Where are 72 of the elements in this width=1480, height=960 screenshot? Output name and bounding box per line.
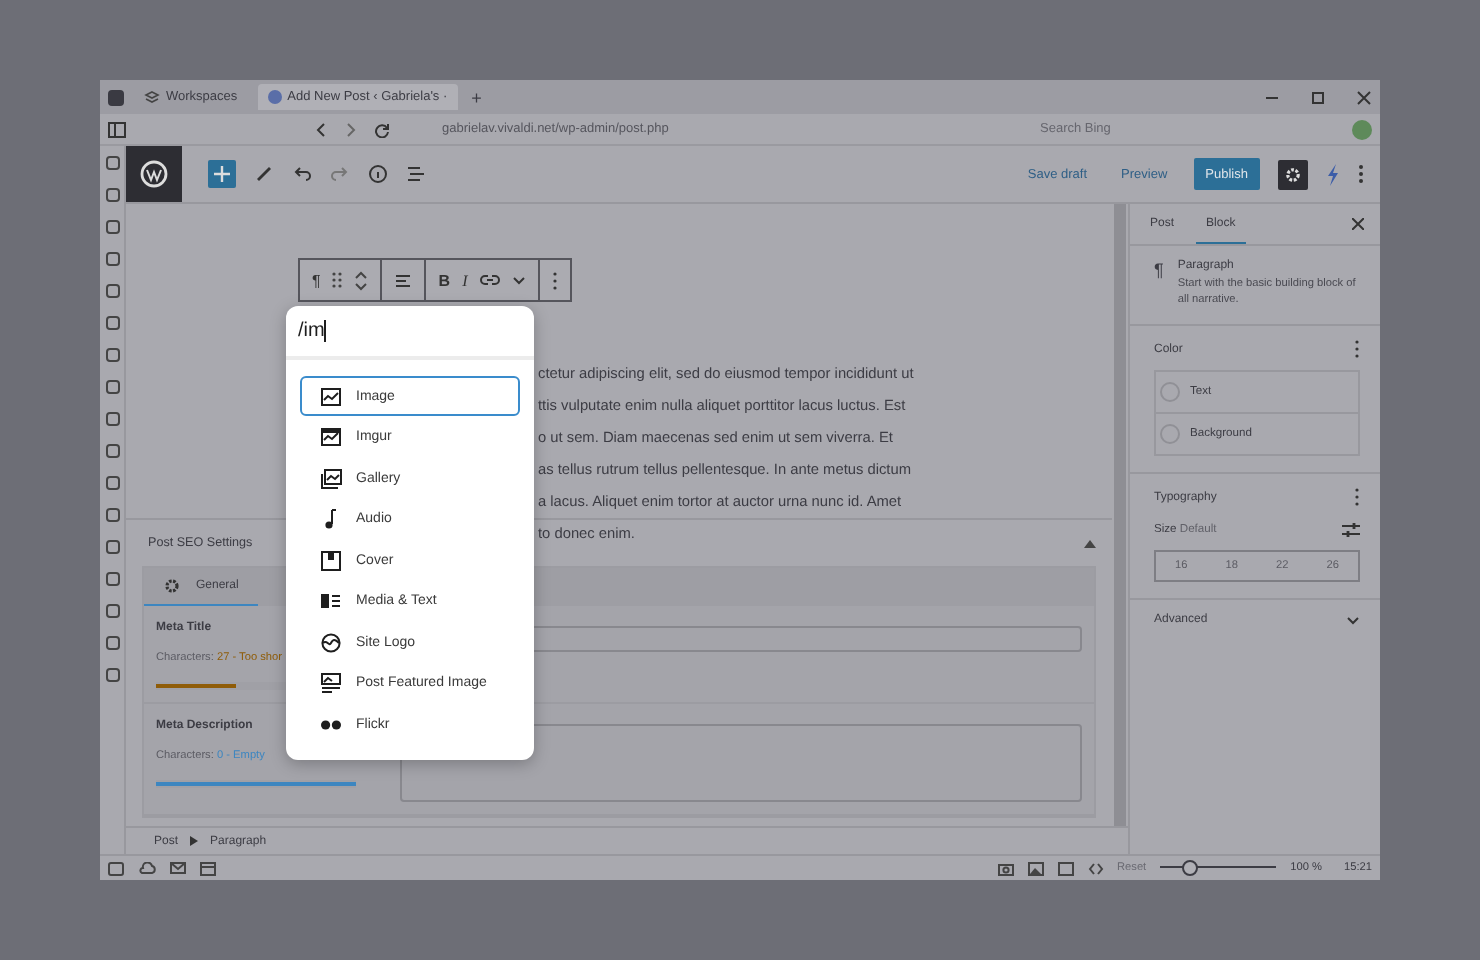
image-icon (320, 426, 342, 448)
image-icon[interactable] (1027, 861, 1043, 875)
info-icon[interactable] (368, 164, 388, 184)
bold-icon[interactable]: B (438, 271, 451, 289)
cover-icon (320, 549, 342, 571)
lightning-icon[interactable] (1326, 163, 1340, 185)
settings-button[interactable] (1278, 159, 1308, 189)
maximize-icon[interactable] (1310, 89, 1326, 105)
undo-icon[interactable] (292, 164, 312, 184)
move-arrows-icon[interactable] (354, 269, 369, 291)
new-tab-button[interactable]: + (467, 87, 486, 107)
panel-icon[interactable] (105, 604, 119, 618)
panel-icon[interactable] (105, 636, 119, 650)
panel-icon[interactable] (105, 348, 119, 362)
close-icon[interactable] (1356, 89, 1372, 105)
search-field[interactable]: /im (286, 306, 534, 360)
browser-logo-icon[interactable] (108, 89, 124, 105)
collapse-icon[interactable] (1084, 539, 1096, 547)
stack-icon (144, 89, 160, 105)
wordpress-logo-icon[interactable] (126, 146, 182, 202)
code-icon[interactable] (1087, 861, 1103, 875)
panel-icon[interactable] (105, 476, 119, 490)
gear-icon (1284, 165, 1302, 183)
link-icon[interactable] (479, 274, 500, 286)
mail-icon[interactable] (170, 862, 186, 874)
featured-image-icon (320, 672, 342, 694)
media-text-icon (320, 590, 342, 612)
add-block-button[interactable] (208, 160, 236, 188)
panel-icon[interactable] (105, 316, 119, 330)
more-options-icon[interactable] (1354, 488, 1360, 506)
close-icon[interactable] (1352, 218, 1364, 230)
panel-icon[interactable] (105, 380, 119, 394)
panel-icon[interactable] (105, 572, 119, 586)
paragraph-icon[interactable]: ¶ (312, 271, 321, 289)
panel-toggle-icon[interactable] (108, 121, 126, 137)
italic-icon[interactable]: I (462, 271, 468, 289)
panel-icon[interactable] (105, 188, 119, 202)
panel-icon[interactable] (105, 540, 119, 554)
paragraph-icon: ¶ (1154, 260, 1164, 308)
align-icon[interactable] (394, 271, 413, 289)
panel-icon[interactable] (105, 220, 119, 234)
more-options-icon[interactable] (1358, 164, 1364, 184)
cloud-icon[interactable] (138, 862, 156, 874)
window-icon[interactable] (1057, 861, 1073, 875)
forward-icon[interactable] (344, 121, 358, 137)
panel-icon[interactable] (105, 508, 119, 522)
site-icon (267, 90, 282, 104)
camera-icon[interactable] (997, 861, 1013, 875)
sliders-icon[interactable] (1342, 522, 1360, 538)
more-options-icon[interactable] (551, 271, 558, 289)
panel-icon[interactable] (105, 156, 119, 170)
list-view-icon[interactable] (406, 164, 426, 184)
logo-circle-icon (320, 631, 342, 653)
pencil-icon[interactable] (254, 164, 274, 184)
scrollbar[interactable] (1114, 204, 1126, 826)
reload-icon[interactable] (374, 121, 390, 137)
drag-handle-icon[interactable] (332, 272, 343, 288)
panel-icon[interactable] (105, 668, 119, 682)
panel-icon[interactable] (105, 444, 119, 458)
gallery-icon (320, 467, 342, 489)
calendar-icon[interactable] (200, 861, 216, 875)
panel-icon[interactable] (105, 284, 119, 298)
image-icon (320, 385, 342, 407)
chevron-right-icon (190, 836, 199, 846)
panel-icon[interactable] (108, 861, 124, 875)
panel-icon[interactable] (105, 412, 119, 426)
chevron-icon[interactable] (1346, 615, 1360, 625)
gear-icon (164, 578, 180, 594)
panel-icon[interactable] (105, 252, 119, 266)
back-icon[interactable] (314, 121, 328, 137)
chevron-down-icon[interactable] (511, 275, 526, 285)
more-options-icon[interactable] (1354, 340, 1360, 358)
